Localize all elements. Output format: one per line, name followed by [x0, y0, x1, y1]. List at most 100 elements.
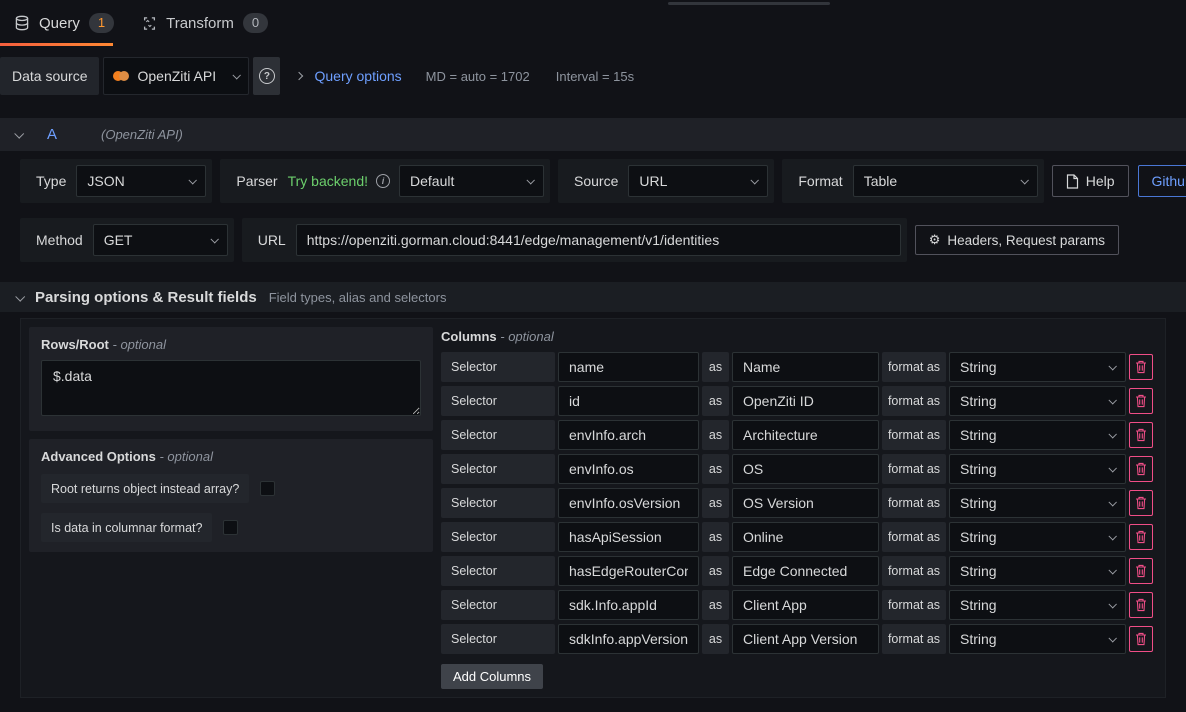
selector-input[interactable] [558, 624, 699, 654]
delete-column-button[interactable] [1129, 354, 1153, 380]
as-label: as [702, 624, 729, 654]
chevron-down-icon [210, 235, 218, 243]
source-select[interactable]: URL [628, 165, 768, 197]
format-select[interactable]: String [949, 590, 1126, 620]
trash-icon [1135, 564, 1147, 578]
selector-input[interactable] [558, 590, 699, 620]
selector-label: Selector [441, 556, 555, 586]
selector-label: Selector [441, 352, 555, 382]
selector-input[interactable] [558, 420, 699, 450]
rows-root-optional: - optional [113, 337, 166, 352]
delete-column-button[interactable] [1129, 456, 1153, 482]
selector-label: Selector [441, 454, 555, 484]
chevron-down-icon [189, 176, 197, 184]
url-input[interactable] [296, 224, 901, 256]
parsing-panel: Rows/Root - optional $.data Advanced Opt… [20, 318, 1166, 698]
rows-root-input[interactable]: $.data [41, 360, 421, 416]
url-field-group: URL [242, 218, 907, 262]
as-label: as [702, 556, 729, 586]
chevron-down-icon [1108, 464, 1116, 472]
columnar-format-checkbox[interactable] [223, 520, 238, 535]
delete-column-button[interactable] [1129, 626, 1153, 652]
selector-input[interactable] [558, 522, 699, 552]
delete-column-button[interactable] [1129, 422, 1153, 448]
parser-label: Parser [226, 173, 287, 189]
chevron-down-icon [1020, 176, 1028, 184]
parsing-section-header[interactable]: Parsing options & Result fields Field ty… [0, 282, 1186, 312]
query-options-button[interactable]: Query options [314, 57, 401, 95]
tab-transform[interactable]: Transform 0 [128, 0, 282, 46]
selector-label: Selector [441, 386, 555, 416]
column-row: Selector as format as String [441, 420, 1157, 450]
parsing-title: Parsing options & Result fields [35, 289, 257, 306]
format-select[interactable]: String [949, 352, 1126, 382]
selector-input[interactable] [558, 488, 699, 518]
tab-query-count: 1 [89, 13, 114, 33]
type-select[interactable]: JSON [76, 165, 206, 197]
delete-column-button[interactable] [1129, 388, 1153, 414]
gear-icon: ⚙ [929, 232, 941, 248]
selector-input[interactable] [558, 556, 699, 586]
trash-icon [1135, 632, 1147, 646]
delete-column-button[interactable] [1129, 524, 1153, 550]
query-stats: MD = auto = 1702 Interval = 15s [426, 57, 634, 95]
selector-input[interactable] [558, 386, 699, 416]
alias-input[interactable] [732, 386, 879, 416]
section-chevron-icon[interactable] [15, 291, 25, 301]
delete-column-button[interactable] [1129, 558, 1153, 584]
document-icon [1066, 174, 1079, 189]
panel-drag-handle[interactable] [668, 2, 830, 5]
source-value: URL [639, 173, 667, 189]
alias-input[interactable] [732, 420, 879, 450]
advanced-optional: - optional [159, 449, 212, 464]
format-value: String [960, 597, 997, 613]
format-select[interactable]: String [949, 420, 1126, 450]
datasource-picker[interactable]: OpenZiti API [103, 57, 249, 95]
headers-params-button[interactable]: ⚙ Headers, Request params [915, 225, 1119, 255]
help-button[interactable]: Help [1052, 165, 1129, 197]
tab-query[interactable]: Query 1 [0, 0, 128, 46]
delete-column-button[interactable] [1129, 490, 1153, 516]
github-button[interactable]: Github [1138, 165, 1186, 197]
delete-column-button[interactable] [1129, 592, 1153, 618]
alias-input[interactable] [732, 454, 879, 484]
trash-icon [1135, 394, 1147, 408]
root-object-checkbox[interactable] [260, 481, 275, 496]
add-columns-button[interactable]: Add Columns [441, 664, 543, 689]
trash-icon [1135, 496, 1147, 510]
method-select[interactable]: GET [93, 224, 228, 256]
format-select[interactable]: String [949, 454, 1126, 484]
tab-transform-count: 0 [243, 13, 268, 33]
selector-input[interactable] [558, 454, 699, 484]
format-select[interactable]: String [949, 556, 1126, 586]
as-label: as [702, 522, 729, 552]
alias-input[interactable] [732, 488, 879, 518]
format-value: String [960, 427, 997, 443]
info-circle-icon[interactable]: i [376, 174, 390, 188]
database-icon [14, 15, 30, 31]
format-value: String [960, 529, 997, 545]
collapse-chevron-icon[interactable] [14, 129, 24, 139]
query-ref-id[interactable]: A [47, 126, 57, 143]
format-select[interactable]: String [949, 386, 1126, 416]
datasource-help-button[interactable]: ? [253, 57, 280, 95]
format-select[interactable]: String [949, 624, 1126, 654]
parser-field-group: Parser Try backend! i Default [220, 159, 550, 203]
format-value: String [960, 495, 997, 511]
query-row-header[interactable]: A (OpenZiti API) [0, 118, 1186, 151]
headers-params-label: Headers, Request params [947, 233, 1105, 248]
alias-input[interactable] [732, 590, 879, 620]
chevron-right-icon [296, 57, 302, 95]
alias-input[interactable] [732, 624, 879, 654]
alias-input[interactable] [732, 352, 879, 382]
alias-input[interactable] [732, 522, 879, 552]
selector-input[interactable] [558, 352, 699, 382]
editor-row-1: Type JSON Parser Try backend! i Default … [0, 159, 1186, 203]
parser-select[interactable]: Default [399, 165, 544, 197]
datasource-toolbar: Data source OpenZiti API ? Query options… [0, 57, 1186, 95]
format-select[interactable]: String [949, 522, 1126, 552]
format-select[interactable]: Table [853, 165, 1038, 197]
format-select[interactable]: String [949, 488, 1126, 518]
alias-input[interactable] [732, 556, 879, 586]
format-value: String [960, 563, 997, 579]
